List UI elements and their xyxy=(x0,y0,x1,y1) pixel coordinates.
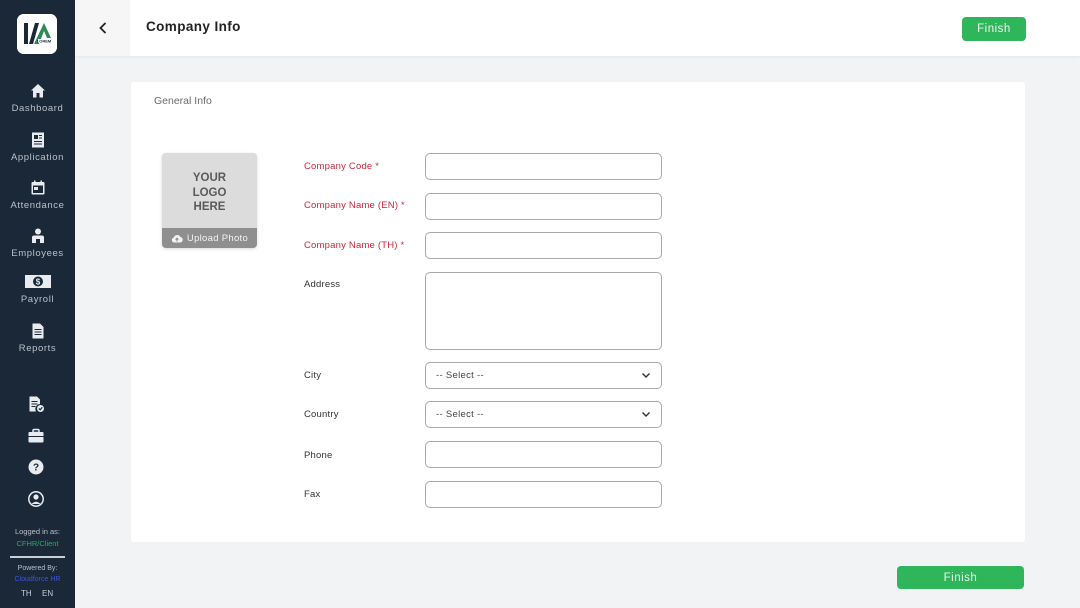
calendar-icon xyxy=(31,180,44,195)
sidebar-item-label: Attendance xyxy=(10,200,65,211)
svg-text:LOREM: LOREM xyxy=(37,39,52,44)
logo-upload[interactable]: YOUR LOGO HERE Upload Photo xyxy=(162,153,257,248)
country-select[interactable]: -- Select -- xyxy=(425,401,662,428)
sidebar: LOREM Dashboard Application Attendance E… xyxy=(0,0,75,608)
company-code-label: Company Code * xyxy=(304,161,380,172)
company-name-th-label: Company Name (TH) * xyxy=(304,240,405,251)
country-label: Country xyxy=(304,409,339,420)
svg-text:?: ? xyxy=(33,463,39,474)
city-select-value: -- Select -- xyxy=(436,370,484,381)
employee-icon xyxy=(31,228,44,243)
logo-placeholder-line: LOGO xyxy=(192,186,227,199)
logo-placeholder: YOUR LOGO HERE xyxy=(162,171,257,215)
company-name-en-input[interactable] xyxy=(425,193,662,220)
page-title: Company Info xyxy=(146,19,241,34)
sidebar-item-employees[interactable]: Employees xyxy=(0,227,75,259)
sidebar-item-dashboard[interactable]: Dashboard xyxy=(0,82,75,114)
general-info-card: General Info YOUR LOGO HERE Upload Photo… xyxy=(131,82,1025,542)
sidebar-item-payroll[interactable]: $ Payroll xyxy=(0,273,75,305)
address-label: Address xyxy=(304,279,341,290)
logged-in-user: CFHR/Client xyxy=(16,539,59,548)
fax-label: Fax xyxy=(304,489,321,500)
upload-photo-button[interactable]: Upload Photo xyxy=(162,228,257,248)
application-icon xyxy=(31,132,44,148)
sidebar-item-reports[interactable]: Reports xyxy=(0,322,75,354)
phone-label: Phone xyxy=(304,450,333,461)
approval-icon[interactable] xyxy=(27,395,45,413)
logo-placeholder-line: YOUR xyxy=(192,172,227,184)
header-bar: Company Info Finish xyxy=(75,0,1080,56)
company-name-en-label: Company Name (EN) * xyxy=(304,200,405,211)
back-button[interactable] xyxy=(75,0,130,56)
chevron-down-icon xyxy=(642,412,650,417)
logo-icon: LOREM xyxy=(17,14,57,54)
address-textarea[interactable] xyxy=(425,272,662,350)
company-logo[interactable]: LOREM xyxy=(17,14,57,54)
company-name-th-input[interactable] xyxy=(425,232,662,259)
sidebar-divider xyxy=(10,556,65,558)
powered-by-label: Powered By: xyxy=(17,565,58,572)
user-profile-icon[interactable] xyxy=(27,490,45,508)
finish-button-top[interactable]: Finish xyxy=(962,17,1026,41)
chevron-down-icon xyxy=(642,373,650,378)
sidebar-item-label: Employees xyxy=(11,248,64,259)
fax-input[interactable] xyxy=(425,481,662,508)
logged-in-label: Logged in as: xyxy=(14,527,61,536)
sidebar-item-label: Reports xyxy=(18,343,57,354)
country-select-value: -- Select -- xyxy=(436,409,484,420)
language-th[interactable]: TH xyxy=(21,589,32,598)
sidebar-item-label: Payroll xyxy=(20,294,55,305)
sidebar-item-label: Application xyxy=(10,152,65,163)
powered-by-link[interactable]: Cloudforce HR xyxy=(0,576,75,583)
finish-button-bottom[interactable]: Finish xyxy=(897,566,1024,589)
sidebar-item-attendance[interactable]: Attendance xyxy=(0,179,75,211)
help-icon[interactable]: ? xyxy=(27,458,45,476)
upload-photo-label: Upload Photo xyxy=(186,232,249,244)
logo-placeholder-line: HERE xyxy=(193,201,226,213)
city-label: City xyxy=(304,370,322,381)
chevron-left-icon xyxy=(98,22,106,34)
briefcase-icon[interactable] xyxy=(27,427,45,445)
phone-input[interactable] xyxy=(425,441,662,468)
cloud-upload-icon xyxy=(171,234,183,242)
home-icon xyxy=(30,84,45,98)
sidebar-item-label: Dashboard xyxy=(11,103,64,114)
city-select[interactable]: -- Select -- xyxy=(425,362,662,389)
language-en[interactable]: EN xyxy=(42,589,53,598)
company-code-input[interactable] xyxy=(425,153,662,180)
section-title: General Info xyxy=(154,95,212,107)
payroll-icon: $ xyxy=(24,275,51,288)
sidebar-item-application[interactable]: Application xyxy=(0,131,75,163)
svg-text:$: $ xyxy=(35,278,40,287)
reports-icon xyxy=(32,323,43,339)
